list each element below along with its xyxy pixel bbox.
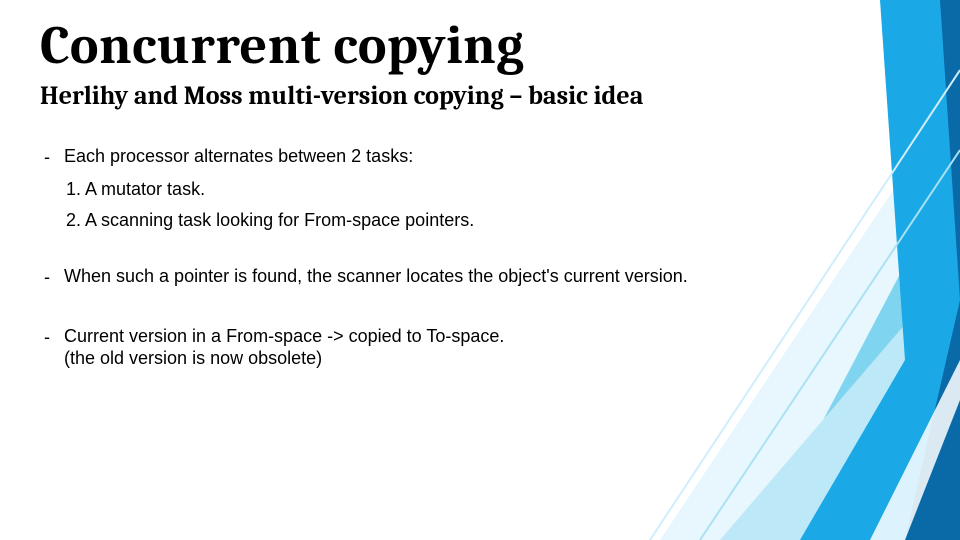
bullet-dash: - [40, 145, 50, 169]
bullet-text: Each processor alternates between 2 task… [64, 145, 413, 168]
bullet-text: Current version in a From-space -> copie… [64, 325, 504, 370]
body-text: - Each processor alternates between 2 ta… [40, 145, 920, 370]
slide-title: Concurrent copying [40, 18, 920, 75]
bullet-item: - Current version in a From-space -> cop… [40, 325, 920, 370]
bullet-item: - When such a pointer is found, the scan… [40, 265, 920, 289]
slide: Concurrent copying Herlihy and Moss mult… [0, 0, 960, 540]
slide-subtitle: Herlihy and Moss multi-version copying –… [40, 81, 920, 111]
bullet-dash: - [40, 325, 50, 349]
bullet-dash: - [40, 265, 50, 289]
bullet-item: - Each processor alternates between 2 ta… [40, 145, 920, 169]
sub-item: 1. A mutator task. [66, 178, 920, 201]
content-area: Concurrent copying Herlihy and Moss mult… [0, 0, 960, 370]
bullet-text: When such a pointer is found, the scanne… [64, 265, 688, 288]
sub-item: 2. A scanning task looking for From-spac… [66, 209, 920, 232]
